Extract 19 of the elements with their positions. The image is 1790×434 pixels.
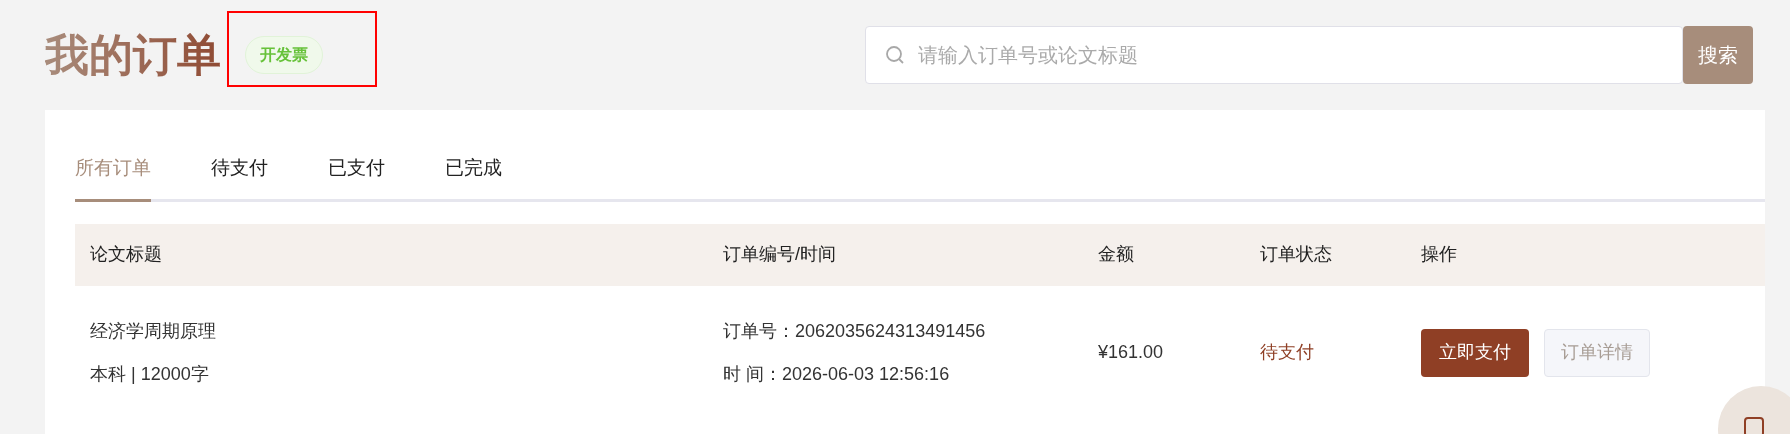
column-header: 论文标题 <box>90 244 162 264</box>
page-title: 我的订单 <box>45 33 221 77</box>
order-status: 待支付 <box>1260 342 1314 362</box>
column-header: 订单编号/时间 <box>723 244 836 264</box>
tab[interactable]: 已支付 <box>328 154 385 202</box>
pay-button[interactable]: 立即支付 <box>1421 328 1529 377</box>
tab[interactable]: 已完成 <box>445 154 502 202</box>
column-header: 金额 <box>1098 244 1134 264</box>
column-header: 订单状态 <box>1260 244 1332 264</box>
tab[interactable]: 待支付 <box>211 154 268 202</box>
column-header: 操作 <box>1421 244 1457 264</box>
paper-title: 经济学周期原理 <box>90 319 217 343</box>
search-icon <box>885 45 905 65</box>
search-field[interactable]: 请输入订单号或论文标题 <box>865 26 1683 84</box>
order-time: 时 间：2026-06-03 12:56:16 <box>723 362 951 386</box>
paper-info: 本科 | 12000字 <box>90 362 210 386</box>
order-amount: ¥161.00 <box>1098 342 1164 362</box>
order-number: 订单号：2062035624313491456 <box>723 319 987 343</box>
message-icon <box>1743 416 1765 434</box>
